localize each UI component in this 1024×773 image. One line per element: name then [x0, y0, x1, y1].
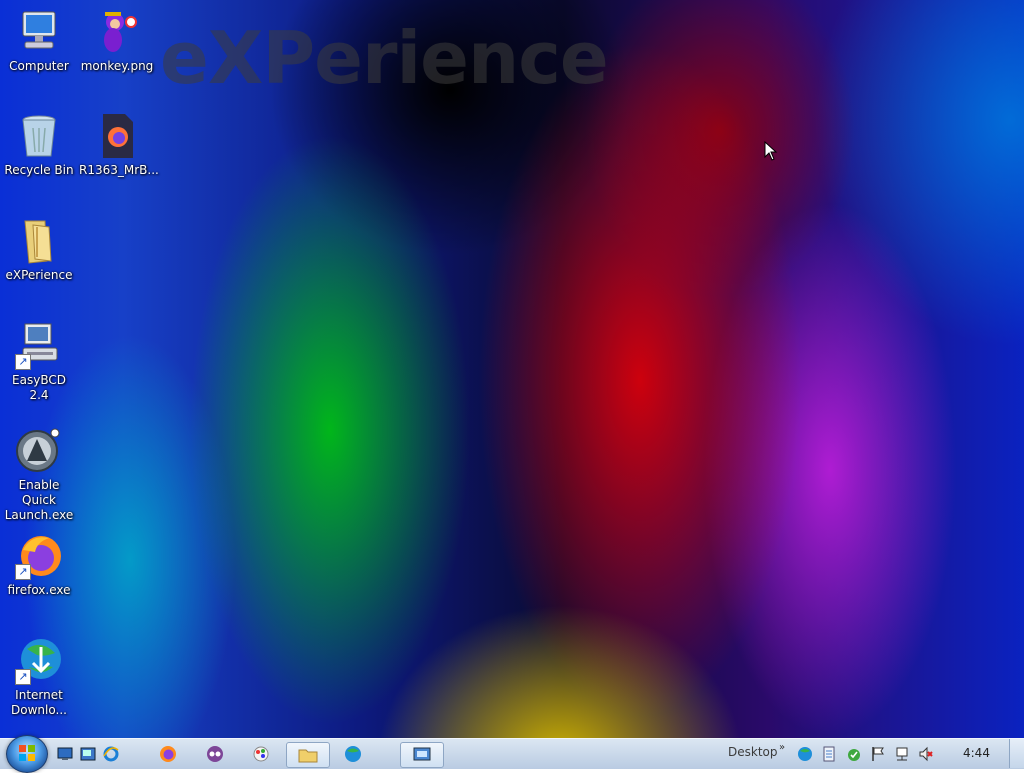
clock[interactable]: 4:44: [963, 746, 990, 760]
easybcd-icon: ↗: [15, 322, 63, 370]
desktop-icon-firefox[interactable]: ↗ firefox.exe: [1, 532, 77, 598]
desktop-icon-recycle-bin[interactable]: Recycle Bin: [1, 112, 77, 178]
tray-overflow-chevron[interactable]: »: [779, 742, 785, 753]
desktop[interactable]: eXPerience Computer monkey.png Recycle B…: [0, 0, 1024, 738]
tray-volume[interactable]: [917, 742, 935, 766]
tray-document[interactable]: [821, 742, 837, 766]
internet-download-manager-icon: ↗: [15, 637, 63, 685]
security-tray-icon: [848, 749, 860, 761]
show-desktop-icon: [57, 747, 73, 760]
shortcut-arrow-icon: ↗: [15, 354, 31, 370]
start-button[interactable]: [6, 735, 48, 773]
quick-launch-show-desktop[interactable]: [56, 742, 74, 766]
quick-launch-switch-windows[interactable]: [79, 742, 97, 766]
shortcut-arrow-icon: ↗: [15, 564, 31, 580]
desktop-icon-internet-download-manager[interactable]: ↗ Internet Downlo...: [1, 637, 77, 718]
taskbar-explorer[interactable]: [286, 742, 330, 768]
desktop-toolbar-label[interactable]: Desktop: [728, 745, 778, 759]
color-app-icon: [253, 746, 269, 762]
firefox-icon: ↗: [15, 532, 63, 580]
firefox-document-icon: [93, 112, 141, 160]
tor-browser-icon: [207, 746, 223, 762]
taskbar-firefox[interactable]: [155, 742, 181, 766]
computer-icon: [15, 8, 63, 56]
monkey-image-icon: [93, 8, 141, 56]
firefox-icon: [160, 746, 176, 762]
taskbar-tor-browser[interactable]: [202, 742, 228, 766]
internet-explorer-icon: [103, 746, 119, 762]
network-icon: [896, 747, 908, 761]
switch-windows-icon: [80, 747, 96, 761]
taskbar-internet-download-manager[interactable]: [340, 742, 366, 766]
mouse-cursor-icon: [764, 140, 778, 165]
desktop-icon-easybcd[interactable]: ↗ EasyBCD 2.4: [1, 322, 77, 403]
quick-launch-internet-explorer[interactable]: [102, 742, 120, 766]
volume-muted-icon: [919, 746, 933, 762]
taskbar-control-panel[interactable]: [400, 742, 444, 768]
quick-launch-exe-icon: [15, 427, 63, 475]
wallpaper-title: eXPerience: [160, 16, 609, 100]
tray-action-center[interactable]: [869, 742, 887, 766]
tray-network[interactable]: [893, 742, 911, 766]
desktop-icon-experience-folder[interactable]: eXPerience: [1, 217, 77, 283]
explorer-folder-icon: [298, 749, 318, 763]
tray-idm[interactable]: [796, 742, 814, 766]
folder-icon: [15, 217, 63, 265]
document-tray-icon: [823, 746, 835, 762]
idm-tray-icon: [798, 747, 812, 761]
desktop-icon-monkey[interactable]: monkey.png: [79, 8, 155, 74]
recycle-bin-icon: [15, 112, 63, 160]
internet-download-manager-icon: [345, 746, 361, 762]
taskbar: Desktop » 4:44: [0, 735, 1024, 773]
taskbar-color-app[interactable]: [248, 742, 274, 766]
control-panel-icon: [413, 747, 431, 761]
tray-security[interactable]: [845, 742, 863, 766]
desktop-icon-computer[interactable]: Computer: [1, 8, 77, 74]
action-center-flag-icon: [872, 747, 884, 761]
windows-start-orb: [19, 745, 35, 761]
show-desktop-button[interactable]: [1009, 739, 1024, 768]
shortcut-arrow-icon: ↗: [15, 669, 31, 685]
desktop-icon-r1363[interactable]: R1363_MrB...: [79, 112, 159, 178]
desktop-icon-enable-quick-launch[interactable]: Enable Quick Launch.exe: [1, 427, 77, 523]
